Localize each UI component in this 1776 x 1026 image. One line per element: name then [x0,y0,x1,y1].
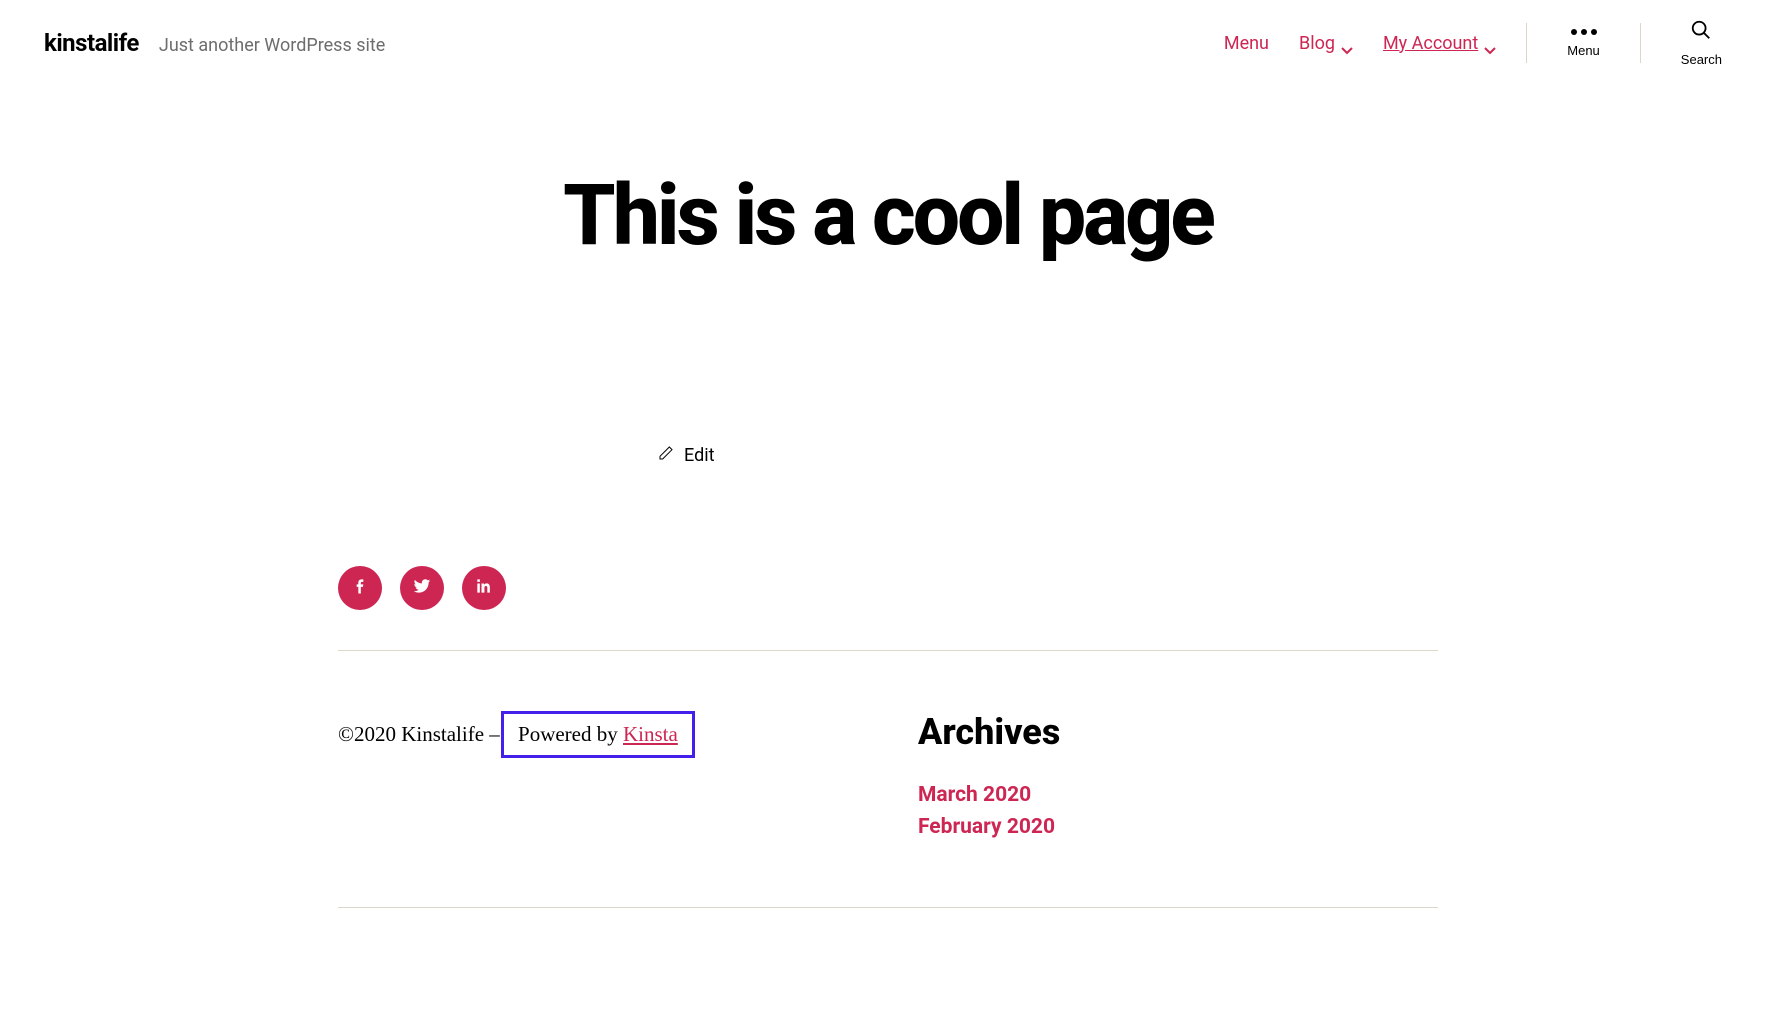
social-linkedin[interactable] [462,566,506,610]
archive-item-february-2020[interactable]: February 2020 [918,815,1438,839]
powered-by-text: Powered by [518,722,623,746]
edit-label: Edit [684,445,714,466]
archives-list: March 2020 February 2020 [918,783,1438,839]
powered-by-box: Powered by Kinsta [501,711,695,758]
menu-button-label: Menu [1567,43,1600,58]
linkedin-icon [474,576,494,600]
nav-item-blog[interactable]: Blog [1299,33,1353,54]
divider-line-bottom [338,907,1438,908]
header-right: Menu Blog My Account Menu [1224,19,1732,67]
nav-item-menu[interactable]: Menu [1224,33,1269,54]
nav-menu: Menu Blog My Account [1224,33,1496,54]
social-facebook[interactable] [338,566,382,610]
header-left: kinstalife Just another WordPress site [44,29,385,57]
page-title: This is a cool page [0,166,1776,265]
powered-by-link[interactable]: Kinsta [623,722,678,746]
edit-link[interactable]: Edit [658,445,1438,466]
nav-item-my-account[interactable]: My Account [1383,33,1496,54]
site-tagline: Just another WordPress site [159,35,385,56]
archive-item-march-2020[interactable]: March 2020 [918,783,1438,807]
edit-icon [658,445,674,466]
archives-title: Archives [918,711,1438,753]
content-wrapper: Edit ©2020 Kinstalife – Powered by Kinst… [298,445,1478,908]
dots-horizontal-icon [1571,29,1597,35]
search-button[interactable]: Search [1671,19,1732,67]
site-header: kinstalife Just another WordPress site M… [0,0,1776,86]
footer-right: Archives March 2020 February 2020 [918,711,1438,847]
site-title[interactable]: kinstalife [44,29,139,57]
twitter-icon [412,576,432,600]
search-button-label: Search [1681,52,1722,67]
facebook-icon [350,576,370,600]
social-links [338,566,1438,610]
copyright-text: ©2020 Kinstalife – Powered by Kinsta [338,711,858,758]
footer-widgets: ©2020 Kinstalife – Powered by Kinsta Arc… [338,711,1438,847]
divider [1526,23,1527,63]
footer-left: ©2020 Kinstalife – Powered by Kinsta [338,711,858,847]
nav-label: My Account [1383,33,1478,54]
divider-line [338,650,1438,651]
nav-label: Menu [1224,33,1269,54]
chevron-down-icon [1484,39,1496,47]
menu-button[interactable]: Menu [1557,29,1610,58]
nav-label: Blog [1299,33,1335,54]
social-twitter[interactable] [400,566,444,610]
chevron-down-icon [1341,39,1353,47]
divider [1640,23,1641,63]
search-icon [1690,19,1712,44]
copyright-prefix: ©2020 Kinstalife – [338,722,505,746]
